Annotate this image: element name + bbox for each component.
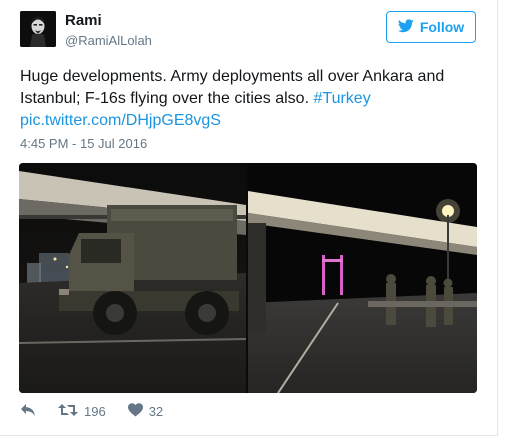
follow-label: Follow	[419, 19, 465, 35]
tweet-text: Huge developments. Army deployments all …	[20, 66, 480, 132]
tweet-media[interactable]	[19, 163, 477, 393]
tweet-body: Huge developments. Army deployments all …	[20, 68, 445, 107]
retweet-icon	[58, 403, 78, 420]
heart-icon	[127, 402, 143, 420]
like-count: 32	[148, 403, 164, 419]
tweet-card: Rami @RamiAlLolah Follow Huge developmen…	[0, 0, 498, 436]
user-handle[interactable]: @RamiAlLolah	[65, 33, 152, 48]
photo-bridge-soldiers[interactable]	[248, 163, 477, 393]
tweet-actions: 196 32	[20, 401, 185, 421]
follow-button[interactable]: Follow	[386, 11, 476, 43]
retweet-count: 196	[84, 403, 106, 419]
hashtag-link[interactable]: #Turkey	[313, 90, 370, 107]
media-link[interactable]: pic.twitter.com/DHjpGE8vgS	[20, 112, 221, 129]
photo-army-truck[interactable]	[19, 163, 246, 393]
display-name[interactable]: Rami	[65, 12, 102, 29]
avatar[interactable]	[20, 11, 56, 47]
reply-button[interactable]	[20, 403, 36, 420]
like-button[interactable]: 32	[127, 402, 164, 420]
twitter-bird-icon	[397, 18, 414, 36]
tweet-timestamp[interactable]: 4:45 PM - 15 Jul 2016	[20, 136, 147, 151]
reply-icon	[20, 403, 36, 420]
retweet-button[interactable]: 196	[58, 403, 106, 420]
